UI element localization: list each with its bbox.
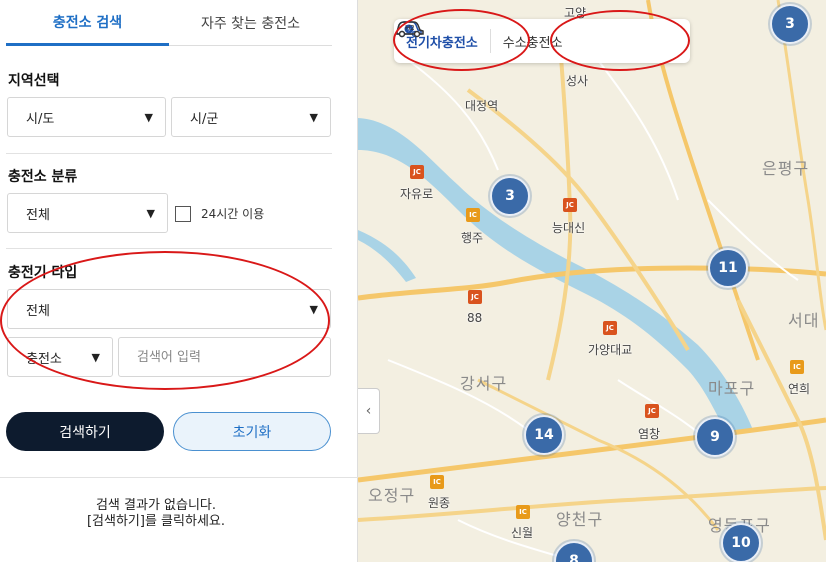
- district-label: 마포구: [708, 379, 756, 398]
- junction-marker-icon: JC: [410, 165, 424, 179]
- map-canvas: [358, 0, 826, 562]
- panel-tabs: 충전소 검색 자주 찾는 충전소: [6, 0, 332, 46]
- district-label: 은평구: [762, 159, 810, 178]
- search-input[interactable]: [118, 337, 331, 377]
- hydrogen-car-icon: H2: [396, 21, 424, 38]
- chevron-down-icon: ▼: [144, 110, 153, 124]
- empty-result-line-2: [검색하기]를 클릭하세요.: [86, 514, 225, 529]
- open-24h-checkbox[interactable]: [175, 205, 191, 222]
- junction-marker-icon: JC: [563, 198, 577, 212]
- place-label: 행주: [461, 231, 484, 245]
- panel-collapse-button[interactable]: ‹: [358, 388, 380, 434]
- place-label: 능대신: [552, 221, 586, 235]
- search-button[interactable]: 검색하기: [6, 412, 164, 451]
- province-select[interactable]: 시/도 ▼: [7, 97, 166, 137]
- interchange-marker-icon: IC: [790, 360, 804, 374]
- junction-marker-icon: JC: [603, 321, 617, 335]
- road: [358, 417, 826, 483]
- district-label: 양천구: [556, 510, 604, 529]
- open-24h-label: 24시간 이용: [201, 207, 265, 221]
- station-cluster[interactable]: 3: [490, 176, 530, 216]
- district-label: 강서구: [460, 374, 508, 393]
- empty-result-message: 검색 결과가 없습니다. [검색하기]를 클릭하세요.: [0, 498, 312, 530]
- empty-result-line-1: 검색 결과가 없습니다.: [95, 498, 217, 513]
- charger-type-select[interactable]: 전체 ▼: [7, 289, 331, 329]
- place-label: 가양대교: [588, 343, 633, 357]
- station-cluster[interactable]: 11: [708, 248, 748, 288]
- category-section-title: 충전소 분류: [8, 169, 78, 185]
- station-cluster[interactable]: 9: [695, 417, 735, 457]
- station-cluster[interactable]: 14: [524, 415, 564, 455]
- place-label: 연희: [788, 382, 811, 396]
- chevron-down-icon: ▼: [146, 206, 155, 220]
- reset-button[interactable]: 초기화: [173, 412, 331, 451]
- junction-marker-icon: JC: [468, 290, 482, 304]
- region-section-title: 지역선택: [8, 73, 60, 89]
- search-panel: 충전소 검색 자주 찾는 충전소 지역선택 시/도 ▼ 시/군 ▼ 충전소 분류…: [0, 0, 358, 562]
- river-branch: [358, 230, 416, 282]
- divider: [6, 153, 332, 154]
- place-label: 대정역: [465, 99, 499, 113]
- hydrogen-station-label: 수소충전소: [502, 35, 563, 51]
- svg-text:H2: H2: [405, 24, 415, 32]
- hydrogen-station-toggle[interactable]: H2 수소충전소: [396, 19, 575, 63]
- divider: [6, 248, 332, 249]
- interchange-marker-icon: IC: [516, 505, 530, 519]
- place-label: 자유로: [400, 187, 434, 201]
- interchange-marker-icon: IC: [430, 475, 444, 489]
- category-select-value: 전체: [26, 207, 50, 223]
- place-label: 88: [467, 311, 483, 325]
- interchange-marker-icon: IC: [466, 208, 480, 222]
- place-label: 염창: [638, 427, 661, 441]
- search-field-select[interactable]: 충전소 ▼: [7, 337, 113, 377]
- place-label: 원종: [428, 496, 451, 510]
- place-label: 성사: [566, 74, 589, 88]
- station-cluster[interactable]: 10: [721, 523, 761, 562]
- district-label: 서대: [788, 311, 820, 330]
- station-type-toggle: 전기차충전소 H2 수소충전소: [394, 19, 690, 63]
- province-select-value: 시/도: [26, 111, 55, 127]
- chevron-left-icon: ‹: [365, 403, 372, 419]
- city-select-value: 시/군: [190, 111, 219, 127]
- map-view[interactable]: 은평구 서대 강서구 마포구 오정구 양천구 영등포구 고양 성사 대정역 자유…: [358, 0, 826, 562]
- junction-marker-icon: JC: [645, 404, 659, 418]
- station-cluster[interactable]: 3: [770, 4, 810, 44]
- search-field-select-value: 충전소: [26, 351, 62, 367]
- category-select[interactable]: 전체 ▼: [7, 193, 168, 233]
- chevron-down-icon: ▼: [309, 302, 318, 316]
- city-select[interactable]: 시/군 ▼: [171, 97, 331, 137]
- charger-type-select-value: 전체: [26, 303, 50, 319]
- charger-type-section-title: 충전기 타입: [8, 265, 78, 281]
- tab-station-search[interactable]: 충전소 검색: [6, 0, 169, 46]
- place-label: 신월: [511, 526, 534, 540]
- chevron-down-icon: ▼: [91, 350, 100, 364]
- district-label: 오정구: [368, 486, 416, 505]
- result-area: 검색 결과가 없습니다. [검색하기]를 클릭하세요.: [0, 477, 358, 562]
- open-24h-filter[interactable]: 24시간 이용: [175, 205, 264, 222]
- tab-favorite-stations[interactable]: 자주 찾는 충전소: [169, 0, 332, 45]
- chevron-down-icon: ▼: [309, 110, 318, 124]
